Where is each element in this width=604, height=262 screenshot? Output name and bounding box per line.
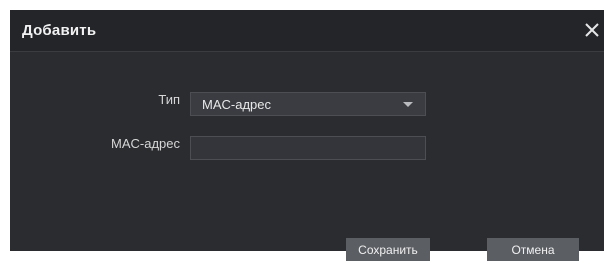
type-label: Тип (158, 92, 180, 107)
close-icon (585, 23, 599, 37)
save-button[interactable]: Сохранить (346, 238, 430, 261)
type-select[interactable]: MAC-адрес (190, 92, 426, 116)
chevron-down-icon (403, 102, 413, 107)
dialog-title: Добавить (22, 22, 97, 39)
close-button[interactable] (580, 18, 604, 42)
add-dialog: Добавить Тип MAC-адрес MAC-адрес Сохрани… (10, 10, 604, 261)
mac-label: MAC-адрес (111, 136, 180, 151)
mac-address-input[interactable] (190, 136, 426, 160)
dialog-header: Добавить (10, 10, 604, 52)
type-select-value: MAC-адрес (202, 97, 271, 112)
cancel-button[interactable]: Отмена (487, 238, 579, 261)
